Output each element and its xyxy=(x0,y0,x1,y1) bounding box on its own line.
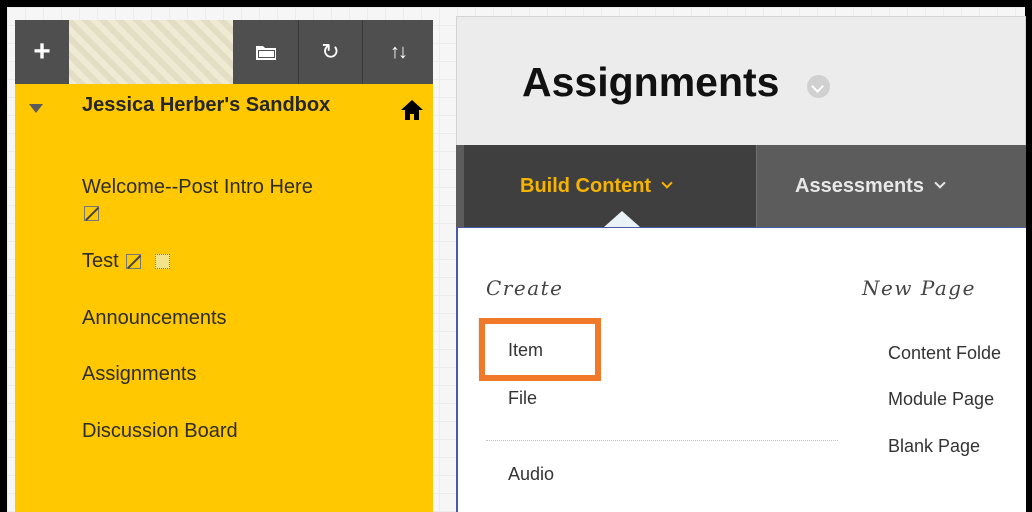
highlight-annotation-box xyxy=(479,318,601,381)
sidebar-item-label: Welcome--Post Intro Here xyxy=(82,176,313,198)
plus-icon: + xyxy=(33,35,51,68)
hidden-from-students-icon xyxy=(84,206,99,222)
home-icon[interactable] xyxy=(400,98,424,122)
sidebar-item-welcome[interactable]: Welcome--Post Intro Here xyxy=(82,174,313,226)
folder-icon xyxy=(255,46,276,60)
tab-assessments[interactable]: Assessments xyxy=(756,145,1026,227)
action-bar: Build Content Assessments xyxy=(456,145,1026,227)
sidebar-item-discussion-board[interactable]: Discussion Board xyxy=(82,418,238,444)
empty-content-icon xyxy=(154,254,170,270)
menu-item-content-folder[interactable]: Content Folde xyxy=(888,343,1001,364)
tab-label: Assessments xyxy=(795,174,924,197)
course-title[interactable]: Jessica Herber's Sandbox xyxy=(82,94,342,117)
sidebar-item-label: Assignments xyxy=(82,363,197,385)
sidebar-item-test[interactable]: Test xyxy=(82,248,170,274)
refresh-button[interactable]: ↻ xyxy=(299,20,363,84)
new-page-heading: New Page xyxy=(862,276,976,300)
menu-divider xyxy=(486,440,838,441)
sidebar-toolbar: + ↻ ↑↓ xyxy=(15,20,433,84)
menu-item-module-page[interactable]: Module Page xyxy=(888,389,994,410)
chevron-down-icon xyxy=(934,177,946,189)
content-header: Assignments xyxy=(456,16,1026,154)
folder-view-button[interactable] xyxy=(233,20,299,84)
sidebar-item-label: Announcements xyxy=(82,307,227,329)
dropdown-pointer xyxy=(604,211,640,227)
sidebar-item-label: Test xyxy=(82,250,119,272)
page-title: Assignments xyxy=(522,59,780,105)
hidden-from-students-icon xyxy=(126,254,142,270)
toolbar-spacer xyxy=(69,20,233,84)
tab-label: Build Content xyxy=(520,174,652,197)
course-menu: Jessica Herber's Sandbox Welcome--Post I… xyxy=(15,84,433,512)
add-menu-item-button[interactable]: + xyxy=(15,20,69,84)
course-sidebar: + ↻ ↑↓ Jessica Herber's Sandbox Welcome-… xyxy=(15,20,433,512)
create-heading: Create xyxy=(486,276,564,300)
sidebar-item-label: Discussion Board xyxy=(82,420,238,442)
refresh-icon: ↻ xyxy=(321,39,340,64)
menu-item-audio[interactable]: Audio xyxy=(508,464,554,485)
reorder-button[interactable]: ↑↓ xyxy=(363,20,433,84)
collapse-arrow-icon[interactable] xyxy=(29,104,43,113)
menu-item-blank-page[interactable]: Blank Page xyxy=(888,436,980,457)
sidebar-item-assignments[interactable]: Assignments xyxy=(82,361,197,387)
sidebar-item-announcements[interactable]: Announcements xyxy=(82,305,227,331)
title-options-chevron-icon[interactable] xyxy=(807,75,830,98)
sort-icon: ↑↓ xyxy=(390,40,408,63)
menu-item-file[interactable]: File xyxy=(508,388,537,409)
chevron-down-icon xyxy=(661,177,673,189)
